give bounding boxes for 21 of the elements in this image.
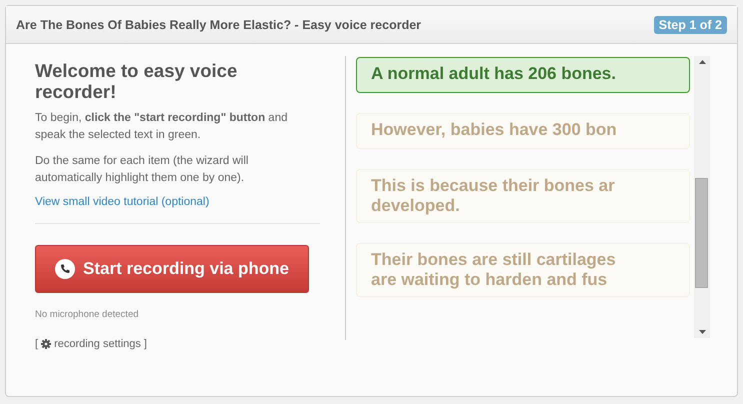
scroll-down-icon[interactable] bbox=[698, 330, 706, 334]
phone-icon bbox=[55, 259, 76, 279]
instruction-text: To begin, click the "start recording" button and speak the selected text in green. bbox=[35, 111, 288, 143]
recording-settings-link[interactable]: recording settings bbox=[54, 338, 141, 350]
tutorial-link[interactable]: View small video tutorial (optional) bbox=[35, 196, 321, 208]
scroll-up-icon[interactable] bbox=[698, 60, 706, 64]
welcome-heading: Welcome to easy voice recorder! bbox=[35, 60, 238, 102]
gear-icon bbox=[41, 339, 52, 349]
sentence-item[interactable]: A normal adult has 206 bones. bbox=[356, 57, 690, 93]
window-title: Are The Bones Of Babies Really More Elastic? - Easy voice recorder bbox=[16, 18, 422, 32]
sentence-item[interactable]: This is because their bones ar developed. bbox=[356, 169, 690, 223]
start-recording-button[interactable]: Start recording via phone bbox=[35, 245, 309, 293]
sentence-item[interactable]: However, babies have 300 bon bbox=[356, 113, 690, 149]
step-badge: Step 1 of 2 bbox=[654, 16, 727, 34]
scrollbar[interactable] bbox=[694, 56, 710, 338]
scroll-thumb[interactable] bbox=[695, 178, 708, 288]
bracket: [ bbox=[35, 338, 38, 350]
sentence-item[interactable]: Their bones are still cartilages are waiting to harden and fus bbox=[356, 243, 690, 297]
instruction-text: Do the same for each item (the wizard will automatically highlight them one by one). bbox=[35, 154, 250, 186]
microphone-status: No microphone detected bbox=[35, 309, 140, 320]
bracket: ] bbox=[144, 338, 147, 350]
